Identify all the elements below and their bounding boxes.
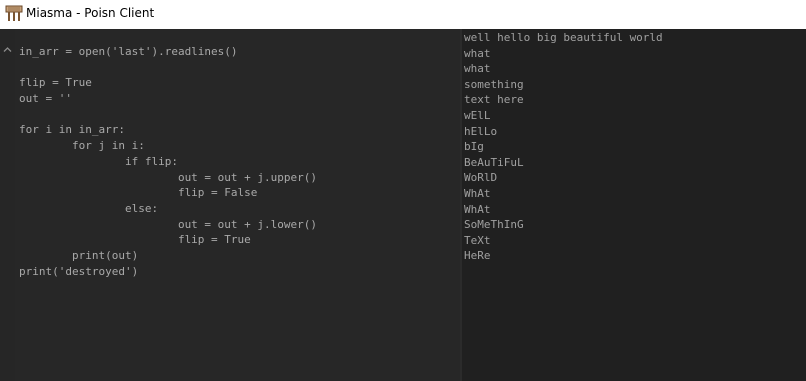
output-line: what — [464, 62, 491, 76]
output-line: WhAt — [464, 202, 491, 216]
output-line: well hello big beautiful world — [464, 31, 663, 44]
code-line: else: — [19, 201, 159, 215]
editor-gutter — [0, 29, 15, 381]
code-line: if flip: — [19, 154, 178, 168]
code-line: print('destroyed') — [19, 264, 139, 278]
code-line: out = out + j.lower() — [19, 217, 318, 231]
code-editor[interactable]: in_arr = open('last').readlines() flip = … — [0, 29, 462, 381]
output-line: HeRe — [464, 249, 491, 263]
output-line: hElLo — [464, 124, 498, 138]
output-line: TeXt — [464, 233, 491, 247]
output-line: BeAuTiFuL — [464, 155, 524, 169]
output-line: SoMeThInG — [464, 218, 524, 232]
code-line: flip = True — [19, 76, 92, 90]
app-window: Miasma - Poisn Client in_arr = open('las… — [0, 0, 806, 381]
output-line: something — [464, 77, 524, 91]
code-line: flip = True — [19, 233, 251, 247]
output-line: text here — [464, 93, 524, 107]
code-text[interactable]: in_arr = open('last').readlines() flip = … — [19, 44, 317, 279]
code-line: out = out + j.upper() — [19, 170, 318, 184]
code-line: flip = False — [19, 186, 258, 200]
title-bar[interactable]: Miasma - Poisn Client — [0, 0, 806, 29]
code-line: for j in i: — [19, 139, 145, 153]
output-line: wElL — [464, 108, 491, 122]
output-text: well hello big beautiful world what what so… — [464, 30, 663, 264]
output-line: bIg — [464, 140, 484, 154]
output-line: what — [464, 46, 491, 60]
output-console[interactable]: well hello big beautiful world what what so… — [462, 29, 806, 381]
code-line: in_arr = open('last').readlines() — [19, 45, 238, 58]
output-line: WhAt — [464, 186, 491, 200]
code-line: print(out) — [19, 248, 139, 262]
chevron-up-icon[interactable] — [1, 43, 14, 56]
code-line: for i in in_arr: — [19, 123, 125, 137]
output-line: WoRlD — [464, 171, 498, 185]
wooden-sign-icon — [5, 5, 23, 22]
window-title: Miasma - Poisn Client — [26, 6, 155, 20]
code-line: out = '' — [19, 92, 72, 106]
